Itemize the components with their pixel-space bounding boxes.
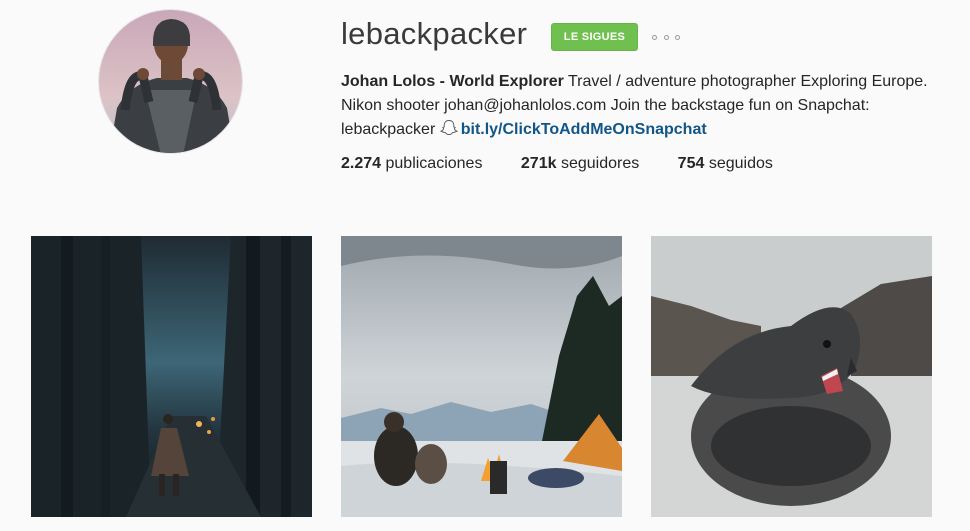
followers-label: seguidores	[556, 155, 640, 172]
dot-icon	[663, 34, 669, 40]
post-thumbnail-campfire[interactable]	[341, 236, 622, 517]
post-thumbnail-forest[interactable]	[31, 236, 312, 517]
followers-count: 271k	[520, 155, 557, 172]
posts-label: publicaciones	[381, 155, 483, 172]
dot-icon	[652, 34, 657, 40]
profile-avatar	[98, 9, 243, 154]
bio-text-3: lebackpacker	[341, 121, 440, 138]
profile-bio: Johan Lolos - World Explorer Travel / ad…	[341, 70, 941, 142]
profile-full-name: Johan Lolos - World Explorer	[341, 73, 564, 90]
bio-text-1: Travel / adventure photographer Explorin…	[563, 73, 928, 90]
posts-stat: 2.274 publicaciones	[341, 153, 482, 175]
profile-username: lebackpacker	[341, 16, 528, 51]
dot-icon	[675, 34, 680, 40]
bio-line-2: Nikon shooter johan@johanlolos.com Join …	[341, 97, 870, 114]
bio-line-3: lebackpacker bit.ly/ClickToAddMeOnSnapch…	[341, 118, 941, 142]
bio-line-1: Johan Lolos - World Explorer Travel / ad…	[341, 70, 941, 94]
bio-link[interactable]: bit.ly/ClickToAddMeOnSnapchat	[461, 121, 707, 138]
posts-count: 2.274	[341, 155, 382, 172]
post-thumbnail-seal[interactable]	[651, 236, 932, 517]
followers-stat[interactable]: 271k seguidores	[521, 153, 639, 175]
snapchat-ghost-icon	[439, 120, 458, 136]
profile-stats: 2.274 publicaciones 271k seguidores 754 …	[341, 153, 807, 175]
following-button[interactable]: LE SIGUES	[551, 23, 638, 51]
following-label: seguidos	[704, 155, 773, 172]
following-count: 754	[677, 155, 705, 172]
more-options-icon[interactable]	[652, 28, 680, 46]
following-stat[interactable]: 754 seguidos	[678, 153, 773, 175]
